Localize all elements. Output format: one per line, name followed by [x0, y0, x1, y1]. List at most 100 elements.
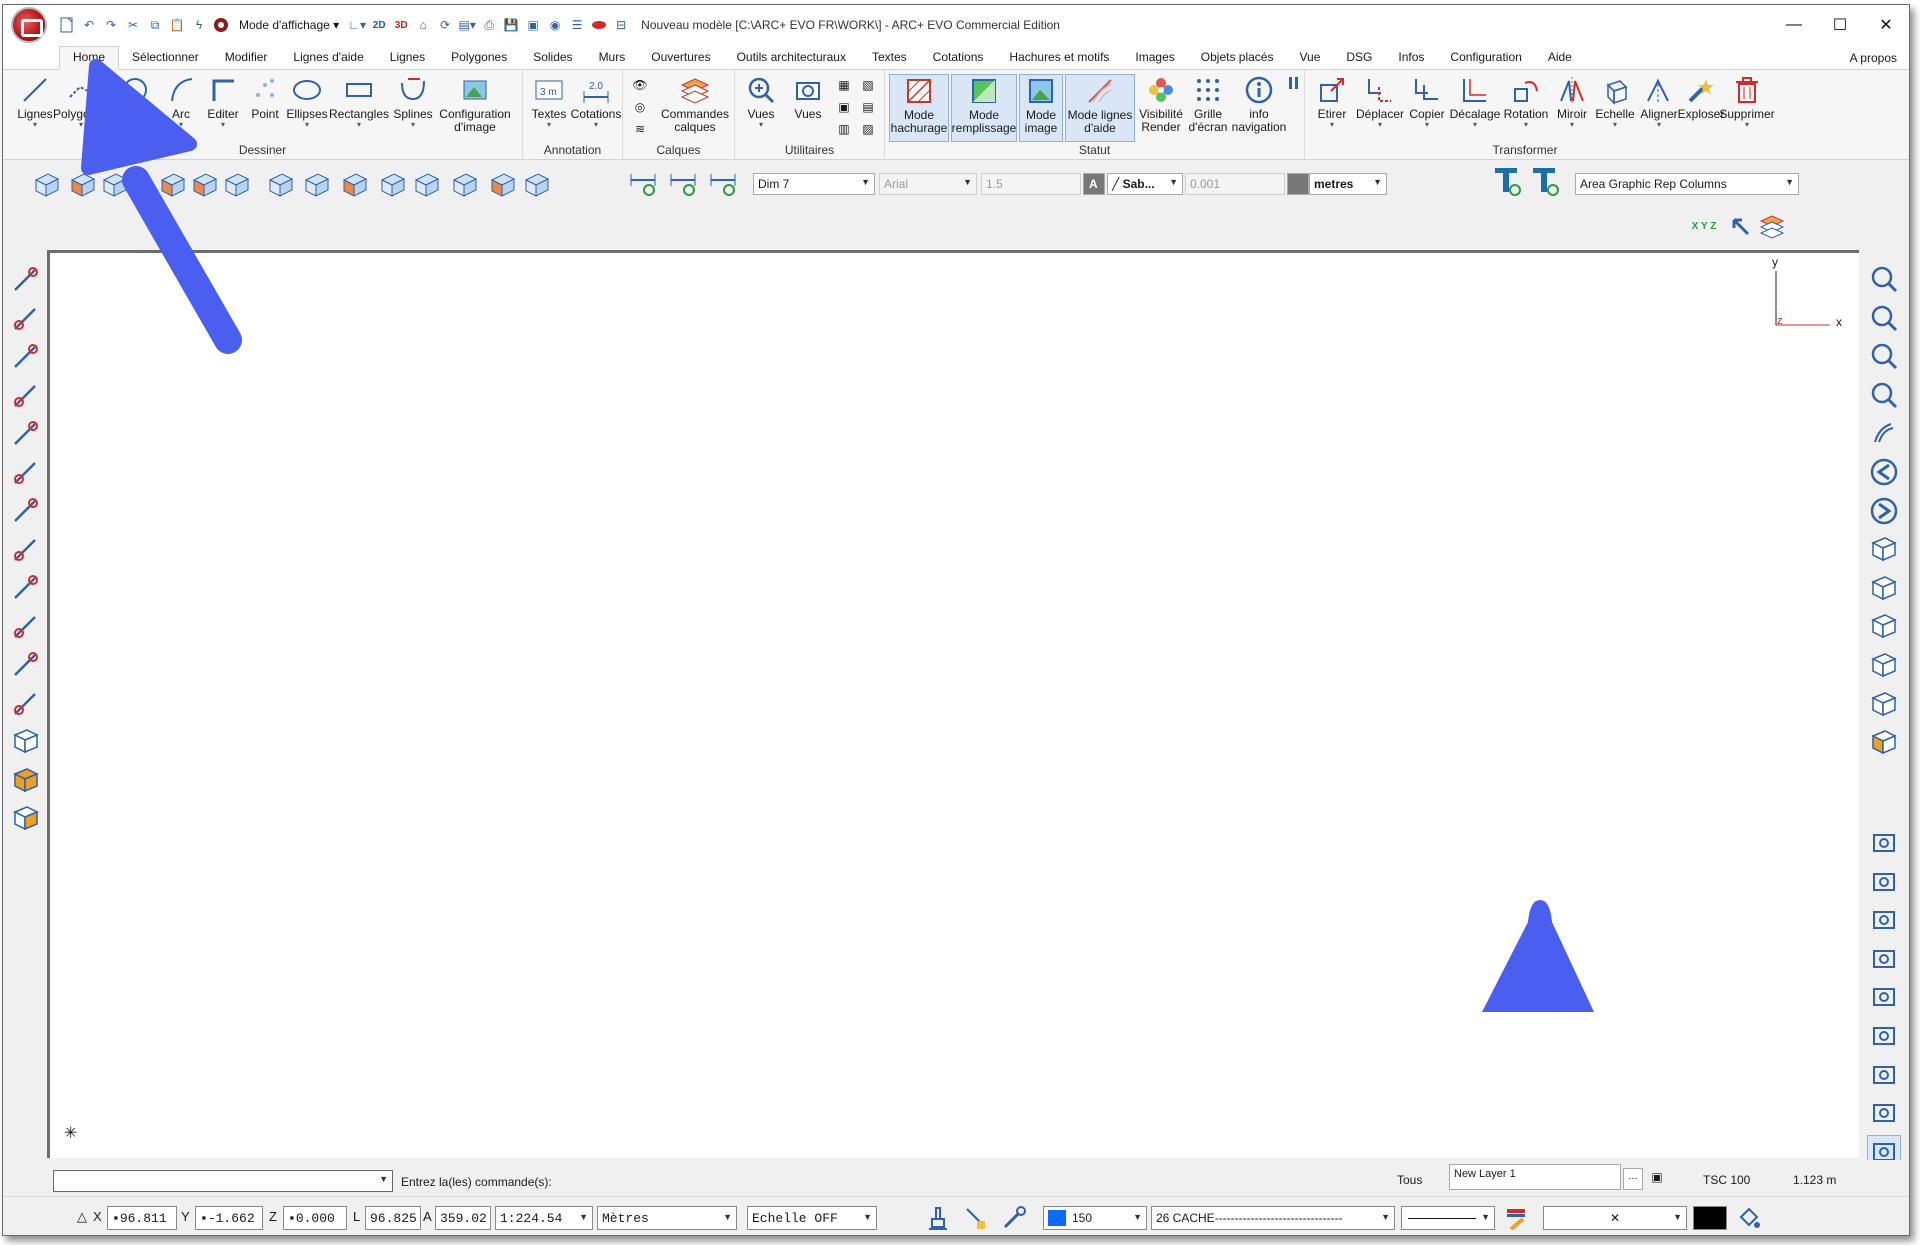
zoom-extents-icon[interactable]	[1867, 378, 1901, 412]
ribbon-etirer-button[interactable]: Etirer ▾	[1311, 74, 1353, 129]
ribbon-info-navigation-button[interactable]: info navigation	[1231, 74, 1287, 134]
layer-scope[interactable]: Tous	[1397, 1173, 1422, 1187]
brush-edit-icon[interactable]	[1867, 865, 1901, 899]
ucs-icon[interactable]: ∟▾	[347, 15, 367, 35]
tab-configuration[interactable]: Configuration	[1437, 50, 1534, 69]
view-box-wire-icon[interactable]	[9, 724, 43, 758]
tab-polygones[interactable]: Polygones	[438, 50, 520, 69]
eye-icon[interactable]: 👁	[631, 76, 649, 94]
layers-icon[interactable]: ☰	[567, 15, 587, 35]
tab-lignes[interactable]: Lignes	[377, 50, 438, 69]
ribbon-ellipses-button[interactable]: Ellipses ▾	[279, 74, 335, 129]
angle-field[interactable]: 359.02	[435, 1206, 491, 1230]
device-icon[interactable]	[1867, 1096, 1901, 1130]
util-icon-3[interactable]: ▣	[835, 98, 853, 116]
ribbon-splines-button[interactable]: Splines ▾	[385, 74, 441, 129]
panel-grid-icon[interactable]	[377, 169, 407, 199]
drawing-canvas[interactable]: y x z ✳	[47, 250, 1861, 1158]
cut-icon[interactable]: ✂	[123, 15, 143, 35]
view-iso-cube-icon[interactable]	[1867, 648, 1901, 682]
camera-add-icon[interactable]	[1867, 1019, 1901, 1053]
dim-settings-icon[interactable]	[629, 169, 659, 199]
paint-brush-icon[interactable]	[1501, 1203, 1531, 1233]
snap-center-icon[interactable]	[9, 339, 43, 373]
cube-red-icon[interactable]	[487, 169, 517, 199]
ribbon-copier-button[interactable]: Copier ▾	[1405, 74, 1449, 129]
tolerance-field[interactable]: 0.001	[1185, 173, 1285, 195]
line-style-select[interactable]: ╱ Sab... ▼	[1107, 173, 1183, 195]
snap-distance-icon[interactable]	[9, 416, 43, 450]
pause-icon[interactable]	[1285, 74, 1303, 92]
tab-solides[interactable]: Solides	[520, 50, 585, 69]
ribbon-cotations-button[interactable]: 2.0 Cotations ▾	[571, 74, 622, 129]
new-file-icon[interactable]	[57, 15, 77, 35]
view-previous-icon[interactable]	[1867, 455, 1901, 489]
tab-home[interactable]: Home	[59, 46, 120, 70]
view-red-arrow-icon[interactable]	[67, 169, 97, 199]
slab-icon[interactable]	[521, 169, 551, 199]
ribbon-visibilite-render-button[interactable]: Visibilité Render	[1137, 74, 1185, 134]
view-cube-settings-icon[interactable]	[1867, 826, 1901, 860]
text-style-a-button[interactable]: A	[1083, 173, 1105, 195]
copy-icon[interactable]: ⧉	[145, 15, 165, 35]
eye-view-icon[interactable]	[1867, 980, 1901, 1014]
units-color-swatch[interactable]	[1287, 173, 1309, 195]
tab-modifier[interactable]: Modifier	[212, 50, 281, 69]
layer-settings-icon[interactable]: ▣	[1645, 1164, 1669, 1190]
tab-dsg[interactable]: DSG	[1333, 50, 1385, 69]
snap-tangent-icon[interactable]	[9, 493, 43, 527]
ribbon-deplacer-button[interactable]: Déplacer ▾	[1355, 74, 1405, 129]
panel-yellow-icon[interactable]	[411, 169, 441, 199]
util-icon-1[interactable]: ▦	[835, 76, 853, 94]
print-icon[interactable]: ⎙	[479, 15, 499, 35]
text-edit-icon[interactable]	[1531, 167, 1561, 197]
maximize-button[interactable]: ☐	[1817, 5, 1863, 45]
ribbon-vues-zoom-button[interactable]: Vues ▾	[737, 74, 785, 129]
x-coordinate-field[interactable]: ▪96.811	[107, 1206, 177, 1230]
ribbon-rectangles-button[interactable]: Rectangles ▾	[329, 74, 389, 129]
view-front-icon[interactable]	[31, 169, 61, 199]
ribbon-mode-remplissage-button[interactable]: Mode remplissage	[951, 74, 1017, 142]
ribbon-supprimer-button[interactable]: Supprimer ▾	[1719, 74, 1775, 129]
home-icon[interactable]: ⌂	[413, 15, 433, 35]
snap-z-icon[interactable]	[9, 609, 43, 643]
area-columns-select[interactable]: Area Graphic Rep Columns ▼	[1575, 173, 1799, 195]
y-coordinate-field[interactable]: ▪-1.662	[195, 1206, 263, 1230]
line-weight-select[interactable]: ▼	[1401, 1206, 1495, 1230]
view-box-icon[interactable]	[221, 169, 251, 199]
layer-name-field[interactable]: New Layer 1	[1449, 1164, 1621, 1190]
ribbon-grille-ecran-button[interactable]: Grille d'écran	[1185, 74, 1231, 134]
wall-red-icon[interactable]	[339, 169, 369, 199]
echelle-select[interactable]: Echelle OFF ▼	[747, 1206, 877, 1230]
ribbon-miroir-button[interactable]: Miroir ▾	[1551, 74, 1593, 129]
snap-intersection-icon[interactable]	[9, 378, 43, 412]
fill-color-swatch[interactable]	[1693, 1206, 1727, 1230]
ribbon-exploser-button[interactable]: Exploser	[1678, 74, 1724, 121]
tab-aide[interactable]: Aide	[1535, 50, 1585, 69]
text-height-field[interactable]: 1.5	[981, 173, 1081, 195]
red-dot-icon[interactable]	[589, 15, 609, 35]
tab-outils-architecturaux[interactable]: Outils architecturaux	[724, 50, 859, 69]
ribbon-rotation-button[interactable]: Rotation ▾	[1501, 74, 1551, 129]
tab-lignes-d-aide[interactable]: Lignes d'aide	[280, 50, 376, 69]
snap-y-icon[interactable]	[9, 570, 43, 604]
zoom-out-icon[interactable]	[1867, 339, 1901, 373]
pan-hand-icon[interactable]	[1867, 416, 1901, 450]
layer-stack-icon[interactable]: ≋	[631, 120, 649, 138]
layer-browse-button[interactable]: …	[1623, 1168, 1643, 1190]
tab-hachures-et-motifs[interactable]: Hachures et motifs	[996, 50, 1122, 69]
ribbon-textes-button[interactable]: 3 m Textes ▾	[527, 74, 571, 129]
document-icon[interactable]: ▤▾	[457, 15, 477, 35]
tab-sélectionner[interactable]: Sélectionner	[119, 50, 212, 69]
dim-edit-icon[interactable]	[669, 169, 699, 199]
ribbon-vues-camera-button[interactable]: Vues	[785, 74, 831, 121]
ribbon-commandes-calques-button[interactable]: Commandes calques	[657, 74, 733, 134]
dim-style-select[interactable]: Dim 7 ▼	[753, 173, 875, 195]
brush-pick-icon[interactable]	[961, 1203, 991, 1233]
view-side-cube-icon[interactable]	[1867, 609, 1901, 643]
save-as-icon[interactable]: ▣	[523, 15, 543, 35]
ribbon-polygones-button[interactable]: Polygones ▾	[53, 74, 109, 129]
ribbon-mode-hachurage-button[interactable]: Mode hachurage	[889, 74, 949, 142]
font-select[interactable]: Arial ▼	[879, 173, 977, 195]
dim-pen-icon[interactable]	[709, 169, 739, 199]
